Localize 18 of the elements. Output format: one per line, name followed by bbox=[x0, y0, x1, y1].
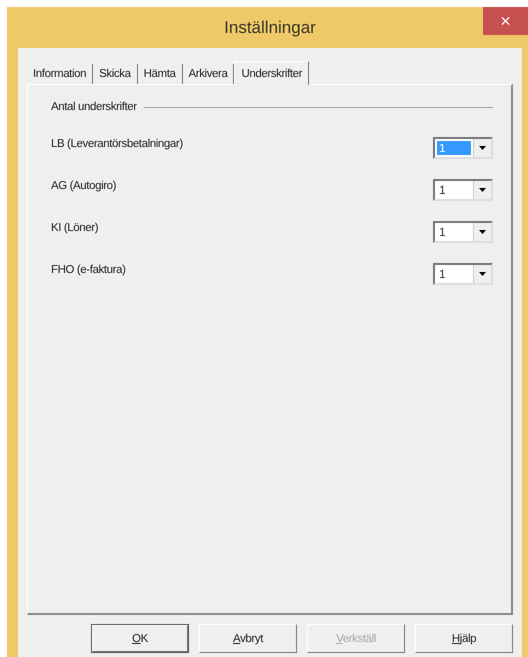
dropdown[interactable]: 1 bbox=[433, 263, 493, 285]
ok-button[interactable]: OK bbox=[91, 624, 189, 653]
caret-down-icon bbox=[479, 272, 486, 276]
row-label: FHO (e-faktura) bbox=[51, 264, 126, 276]
dialog-button[interactable]: Avbryt bbox=[199, 624, 297, 653]
dialog-button[interactable]: Hjälp bbox=[415, 624, 513, 653]
group-title: Antal underskrifter bbox=[51, 101, 137, 113]
dropdown[interactable]: 1 bbox=[433, 221, 493, 243]
row-label: KI (Löner) bbox=[51, 222, 98, 234]
caret-down-icon bbox=[479, 230, 486, 234]
tab[interactable]: Underskrifter bbox=[234, 61, 310, 85]
dropdown[interactable]: 1 bbox=[433, 179, 493, 201]
row-label: LB (Leverantörsbetalningar) bbox=[51, 138, 183, 150]
window-title: Inställningar bbox=[224, 18, 316, 38]
close-button[interactable]: × bbox=[483, 7, 528, 35]
caret-down-icon bbox=[479, 188, 486, 192]
row-label: AG (Autogiro) bbox=[51, 180, 116, 192]
caret-down-icon bbox=[479, 146, 486, 150]
